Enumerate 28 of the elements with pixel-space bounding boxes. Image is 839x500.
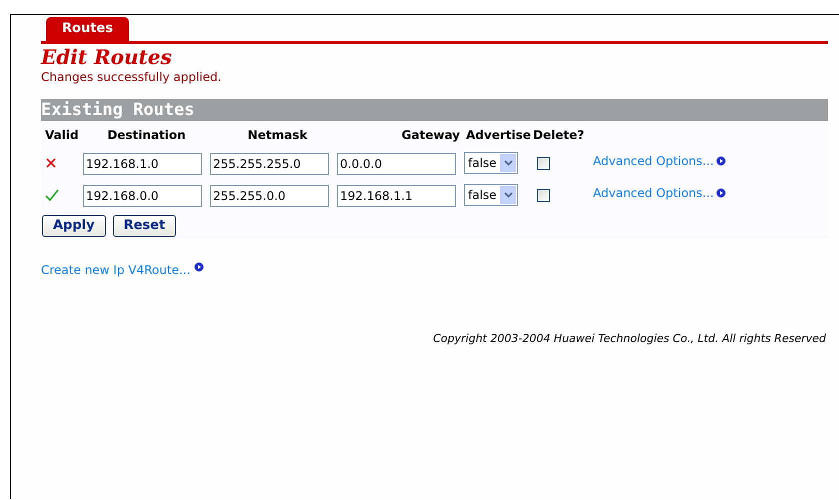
gateway-field[interactable]: 0.0.0.0 [337,153,456,175]
section-header: Existing Routes [41,99,828,121]
caret-icon [504,192,512,198]
advertise-dropdown[interactable]: false [464,152,518,174]
netmask-field[interactable]: 255.255.255.0 [210,153,329,175]
delete-checkbox[interactable] [537,156,550,170]
gateway-field[interactable]: 192.168.1.1 [337,185,456,207]
apply-button[interactable]: Apply [42,215,106,237]
column-header: Destination [107,128,186,142]
column-header: Advertise [466,128,531,142]
column-header: Delete? [533,128,584,142]
column-header: Gateway [402,128,460,142]
column-header: Valid [45,128,79,142]
routes-tab[interactable]: Routes [46,17,129,41]
caret-icon [504,160,512,166]
reset-button[interactable]: Reset [112,215,176,237]
destination-field[interactable]: 192.168.1.0 [83,153,202,175]
copyright-text: Copyright 2003-2004 Huawei Technologies Co., Ltd. All rights Reserved [432,331,827,347]
create-route-link[interactable]: Create new Ip V4Route... [41,261,190,279]
advertise-dropdown[interactable]: false [464,184,518,206]
page-title: Edit Routes [41,45,173,69]
status-message: Changes successfully applied. [41,69,222,85]
delete-checkbox[interactable] [537,188,550,202]
advanced-options-link[interactable]: Advanced Options... [593,152,714,170]
destination-field[interactable]: 192.168.0.0 [83,185,202,207]
netmask-field[interactable]: 255.255.0.0 [210,185,329,207]
advanced-options-link[interactable]: Advanced Options... [593,184,714,202]
column-header: Netmask [248,128,308,142]
